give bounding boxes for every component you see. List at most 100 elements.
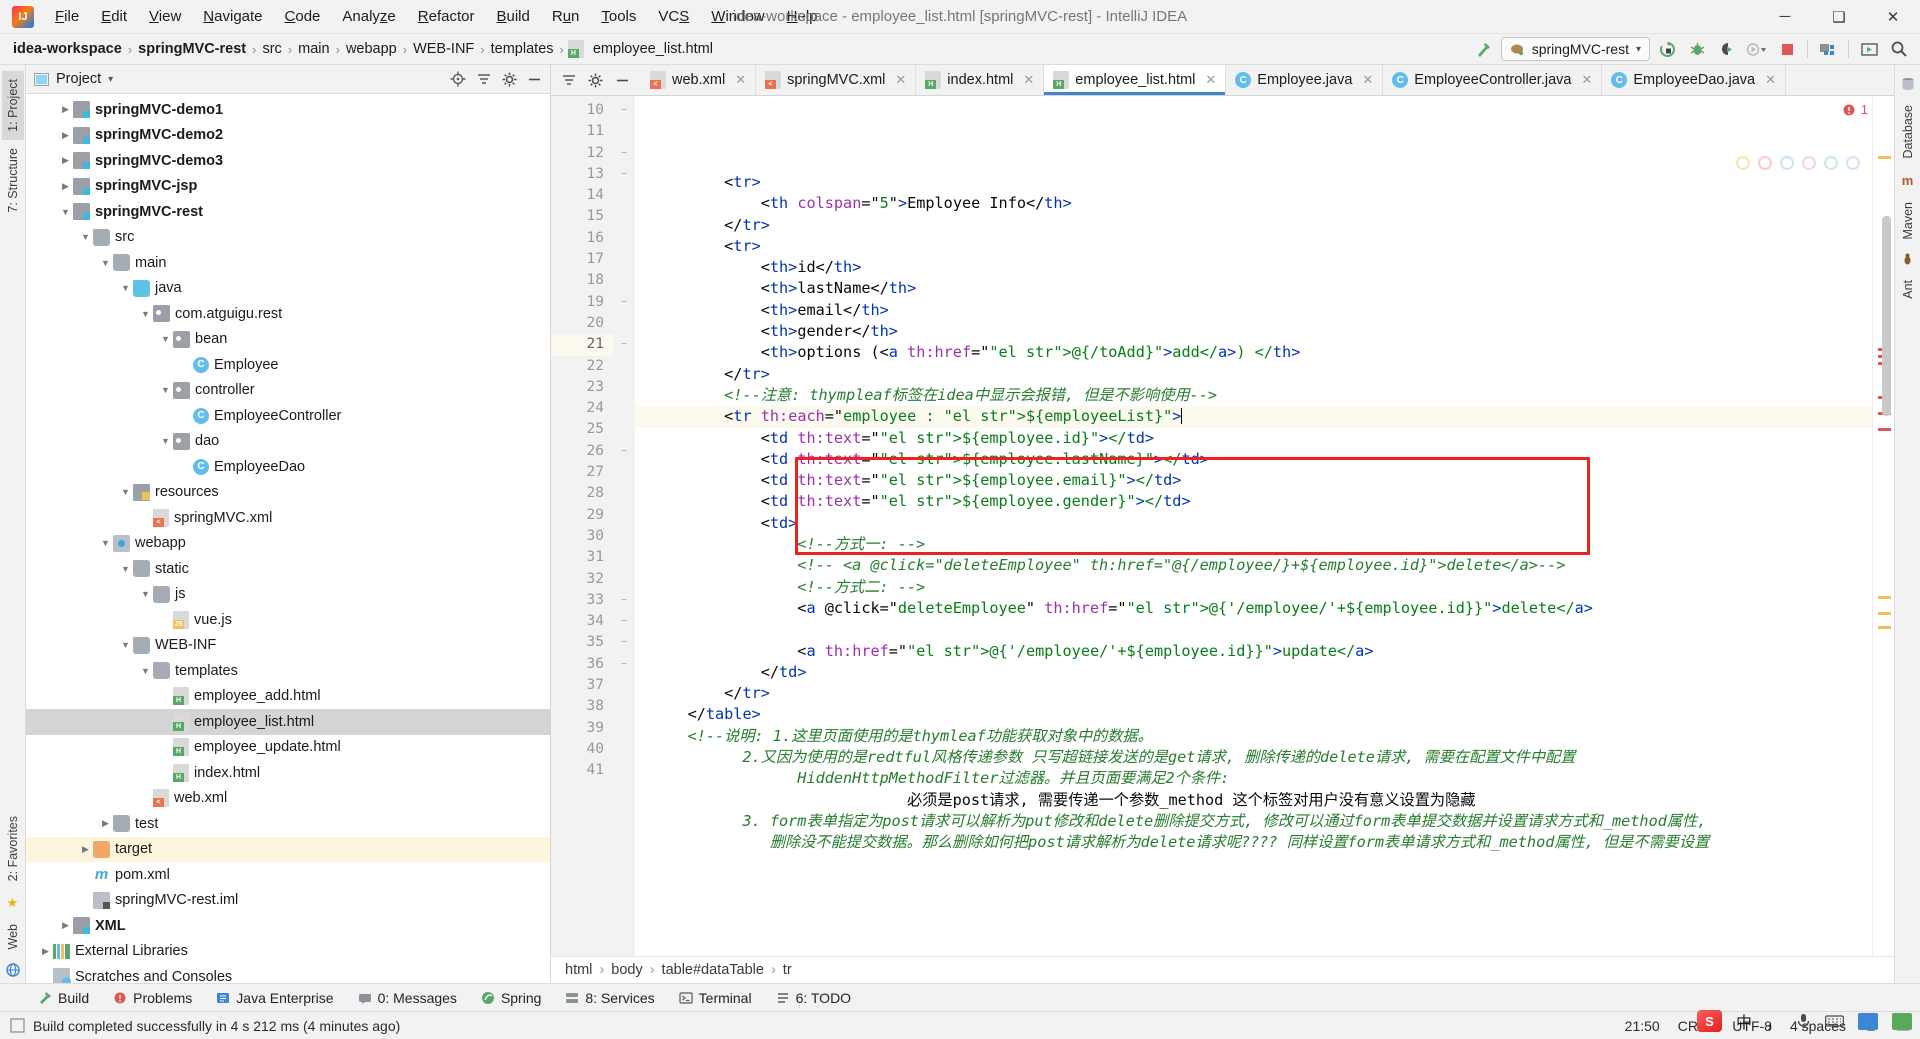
- line-number[interactable]: 15: [551, 206, 613, 227]
- line-number[interactable]: 19: [551, 292, 613, 313]
- fold-marker[interactable]: −: [613, 632, 635, 653]
- code-line[interactable]: </td>: [635, 662, 1872, 683]
- fold-marker[interactable]: [613, 419, 635, 440]
- fold-marker[interactable]: [613, 377, 635, 398]
- menu-navigate[interactable]: Navigate: [192, 4, 273, 29]
- tree-item[interactable]: ▼ resources: [26, 480, 550, 506]
- error-stripe-marker[interactable]: [1878, 612, 1891, 615]
- line-number[interactable]: 31: [551, 547, 613, 568]
- close-icon[interactable]: ✕: [735, 72, 746, 88]
- breadcrumb-item-4[interactable]: webapp: [341, 39, 402, 59]
- hide-icon[interactable]: [615, 73, 630, 88]
- run-with-coverage-button[interactable]: [1714, 37, 1740, 61]
- sidebar-item-structure[interactable]: 7: Structure: [2, 140, 24, 221]
- fold-marker[interactable]: [613, 739, 635, 760]
- fold-marker[interactable]: [613, 228, 635, 249]
- editor-tab-employee-list-html[interactable]: Hemployee_list.html ✕: [1044, 65, 1227, 95]
- editor-tab-employeedao-java[interactable]: C EmployeeDao.java ✕: [1602, 65, 1786, 95]
- tree-expand-arrow[interactable]: ▼: [158, 436, 173, 446]
- fold-marker[interactable]: [613, 526, 635, 547]
- code-line[interactable]: <!--注意: thympleaf标签在idea中显示会报错, 但是不影响使用-…: [635, 385, 1872, 406]
- editor-breadcrumb-item-2[interactable]: table#dataTable: [662, 962, 764, 978]
- line-number[interactable]: 34: [551, 611, 613, 632]
- tree-expand-arrow[interactable]: ▼: [158, 385, 173, 395]
- tree-item[interactable]: ▼ js: [26, 582, 550, 608]
- tree-item[interactable]: JS vue.js: [26, 607, 550, 633]
- sidebar-item-web[interactable]: Web: [2, 916, 24, 957]
- line-number[interactable]: 25: [551, 419, 613, 440]
- code-line[interactable]: <!--说明: 1.这里页面使用的是thymleaf功能获取对象中的数据。: [635, 726, 1872, 747]
- sidebar-item-ant[interactable]: Ant: [1897, 272, 1919, 307]
- code-line[interactable]: <th>gender</th>: [635, 321, 1872, 342]
- fold-marker[interactable]: [613, 356, 635, 377]
- editor-tab-index-html[interactable]: Hindex.html ✕: [916, 65, 1045, 95]
- tree-item[interactable]: m pom.xml: [26, 862, 550, 888]
- fold-marker[interactable]: [613, 121, 635, 142]
- code-line[interactable]: <th>lastName</th>: [635, 278, 1872, 299]
- ime-toolbar[interactable]: S 中 ，: [1696, 1008, 1912, 1034]
- tree-expand-arrow[interactable]: ▶: [58, 920, 73, 931]
- line-number[interactable]: 24: [551, 398, 613, 419]
- tree-item[interactable]: ▼ webapp: [26, 531, 550, 557]
- tree-item[interactable]: Hemployee_add.html: [26, 684, 550, 710]
- code-line[interactable]: <th>options (<a th:href=""el str">@{/toA…: [635, 342, 1872, 363]
- tree-item[interactable]: Hemployee_list.html: [26, 709, 550, 735]
- code-line[interactable]: </tr>: [635, 683, 1872, 704]
- code-line[interactable]: 删除没不能提交数据。那么删除如何把post请求解析为delete请求呢???? …: [635, 832, 1872, 853]
- code-line[interactable]: <td>: [635, 513, 1872, 534]
- bottom-tab-terminal[interactable]: Terminal: [667, 987, 764, 1009]
- fold-marker[interactable]: [613, 505, 635, 526]
- code-line[interactable]: <!--方式一: -->: [635, 534, 1872, 555]
- tree-item[interactable]: < springMVC.xml: [26, 505, 550, 531]
- close-icon[interactable]: ✕: [1205, 72, 1216, 88]
- close-icon[interactable]: ✕: [1581, 72, 1592, 88]
- line-number[interactable]: 17: [551, 249, 613, 270]
- fold-marker[interactable]: −: [613, 100, 635, 121]
- code-line[interactable]: </tr>: [635, 215, 1872, 236]
- tool-window-bar[interactable]: Build Problems Java Enterprise 0: Messag…: [0, 983, 1920, 1011]
- code-line[interactable]: </table>: [635, 704, 1872, 725]
- tree-item[interactable]: ▶ springMVC-demo2: [26, 123, 550, 149]
- tree-item[interactable]: ▶ target: [26, 836, 550, 862]
- chevron-down-icon[interactable]: ▾: [1636, 44, 1641, 55]
- code-line[interactable]: <td th:text=""el str">${employee.id}"></…: [635, 428, 1872, 449]
- tree-expand-arrow[interactable]: ▶: [98, 818, 113, 829]
- error-stripe-marker[interactable]: [1878, 596, 1891, 599]
- tree-expand-arrow[interactable]: ▼: [118, 640, 133, 650]
- breadcrumb-item-2[interactable]: src: [257, 39, 286, 59]
- code-line[interactable]: </tr>: [635, 364, 1872, 385]
- line-number[interactable]: 20: [551, 313, 613, 334]
- close-icon[interactable]: ✕: [895, 72, 906, 88]
- bottom-tab-messages[interactable]: 0: Messages: [346, 987, 469, 1009]
- keyboard-icon[interactable]: [1825, 1014, 1844, 1028]
- tree-expand-arrow[interactable]: ▼: [78, 232, 93, 242]
- fold-marker[interactable]: [613, 718, 635, 739]
- fold-marker[interactable]: −: [613, 334, 635, 355]
- updates-button[interactable]: [1856, 37, 1882, 61]
- tree-item[interactable]: springMVC-rest.iml: [26, 888, 550, 914]
- editor-breadcrumb-item-3[interactable]: tr: [783, 962, 792, 978]
- breadcrumb-item-0[interactable]: idea-workspace: [8, 39, 127, 59]
- inspection-widget[interactable]: 1: [1842, 102, 1868, 117]
- sidebar-item-maven[interactable]: Maven: [1897, 194, 1919, 248]
- run-configuration-selector[interactable]: springMVC-rest ▾: [1500, 37, 1650, 61]
- editor-breadcrumb-item-0[interactable]: html: [565, 962, 592, 978]
- line-number[interactable]: 26: [551, 441, 613, 462]
- fold-marker[interactable]: −: [613, 441, 635, 462]
- bottom-tab-java-enterprise[interactable]: Java Enterprise: [204, 987, 345, 1009]
- tree-expand-arrow[interactable]: ▶: [78, 844, 93, 855]
- tree-item[interactable]: < web.xml: [26, 786, 550, 812]
- tree-expand-arrow[interactable]: ▼: [138, 589, 153, 599]
- code-line[interactable]: HiddenHttpMethodFilter过滤器。并且页面要满足2个条件:: [635, 768, 1872, 789]
- fold-marker[interactable]: [613, 547, 635, 568]
- editor-tab-web-xml[interactable]: < web.xml ✕: [641, 65, 757, 95]
- gear-icon[interactable]: [502, 72, 517, 87]
- code-line[interactable]: <td th:text=""el str">${employee.email}"…: [635, 470, 1872, 491]
- menu-code[interactable]: Code: [274, 4, 332, 29]
- line-number[interactable]: 16: [551, 228, 613, 249]
- error-stripe-marker[interactable]: [1878, 428, 1891, 431]
- line-number[interactable]: 27: [551, 462, 613, 483]
- tree-item[interactable]: ▼ WEB-INF: [26, 633, 550, 659]
- menu-edit[interactable]: Edit: [90, 4, 138, 29]
- line-number[interactable]: 11: [551, 121, 613, 142]
